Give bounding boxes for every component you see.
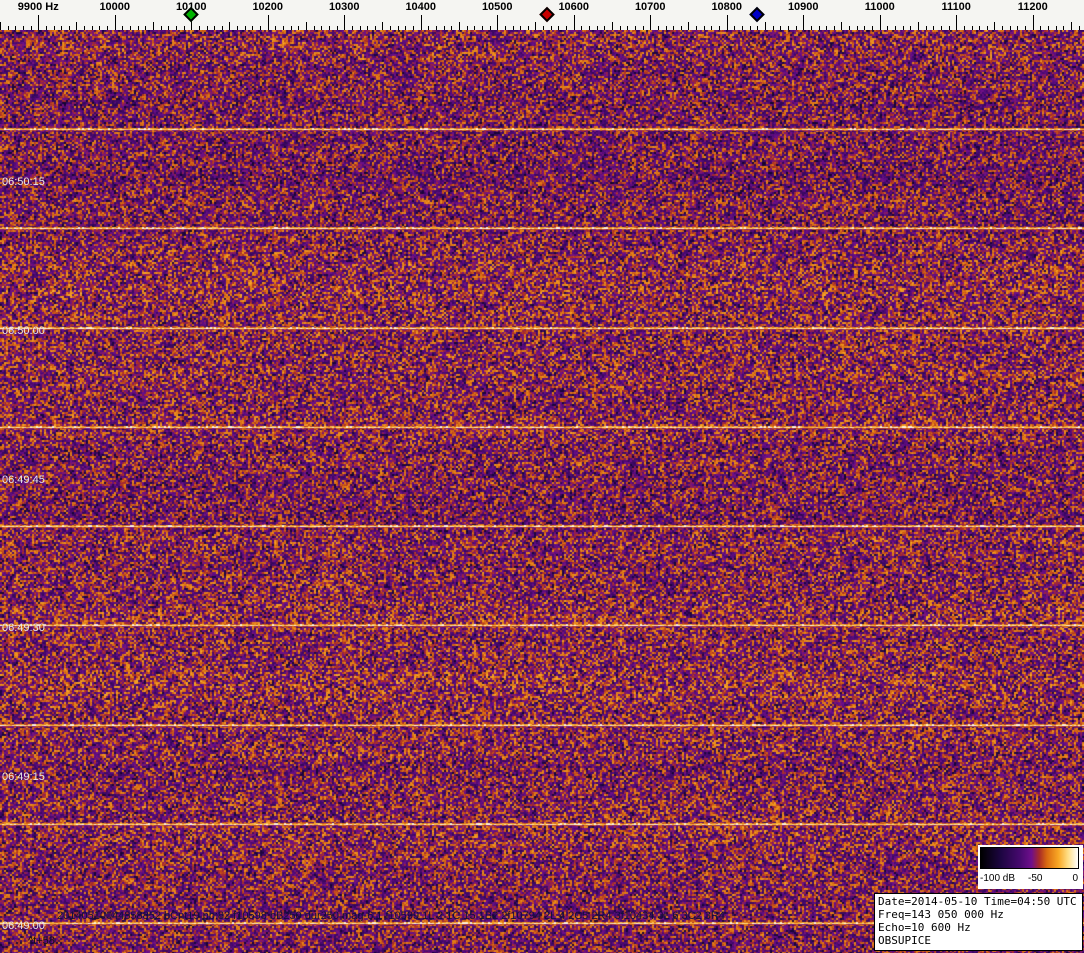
time-label: 06:49:15 (2, 771, 45, 784)
ruler-minor-tick (841, 22, 842, 30)
ruler-major-tick (650, 15, 651, 30)
ruler-minor-tick (535, 22, 536, 30)
ruler-major-tick (1033, 15, 1034, 30)
ruler-major-tick (803, 15, 804, 30)
ruler-tick-label: 11000 (864, 1, 895, 13)
ruler-minor-tick (688, 22, 689, 30)
ruler-tick-label: 10500 (481, 1, 513, 13)
ruler-minor-tick (229, 22, 230, 30)
ruler-major-tick (421, 15, 422, 30)
colormap-gradient (980, 847, 1079, 869)
ruler-tick-label: 11100 (941, 1, 971, 13)
ruler-minor-tick (994, 22, 995, 30)
time-label: 06:50:00 (2, 324, 45, 337)
ruler-major-tick (115, 15, 116, 30)
ruler-minor-tick (153, 22, 154, 30)
time-label: 06:49:30 (2, 622, 45, 635)
detection-annotation: 20140510044858852 bCnt19 pb:82 f10598 bB… (57, 910, 725, 922)
ruler-tick-label: 9900 Hz (17, 1, 59, 13)
ruler-minor-tick (1071, 22, 1072, 30)
time-label: 06:50:15 (2, 175, 45, 188)
ruler-minor-tick (765, 22, 766, 30)
ruler-tick-label: 10600 (558, 1, 590, 13)
legend-mid-label: -50 (1028, 873, 1043, 884)
frequency-ruler[interactable]: 9900 Hz100001010010200103001040010500106… (0, 0, 1084, 30)
ruler-tick-label: 10300 (328, 1, 360, 13)
spectrogram-canvas[interactable] (0, 30, 1084, 953)
ruler-tick-label: 10800 (711, 1, 743, 13)
db-legend: -100 dB -50 0 (978, 845, 1083, 889)
info-box: Date=2014-05-10 Time=04:50 UTC Freq=143 … (874, 893, 1083, 951)
info-line-station: OBSUPICE (878, 934, 931, 947)
ruler-major-tick (268, 15, 269, 30)
ruler-tick-label: 11200 (1017, 1, 1048, 13)
ruler-tick-label: 10200 (252, 1, 284, 13)
legend-min-label: -100 dB (980, 873, 1016, 884)
ruler-tick-label: 10900 (787, 1, 819, 13)
ruler-major-tick (344, 15, 345, 30)
legend-max-label: 0 (1072, 873, 1078, 884)
ruler-minor-tick (76, 22, 77, 30)
info-line-echo: Echo=10 600 Hz (878, 921, 971, 934)
ruler-minor-tick (0, 22, 1, 30)
ruler-major-tick (880, 15, 881, 30)
ruler-tick-label: 10700 (634, 1, 666, 13)
ruler-tick-label: 10000 (99, 1, 131, 13)
spectrogram-window: 9900 Hz100001010010200103001040010500106… (0, 0, 1084, 953)
info-line-freq: Freq=143 050 000 Hz (878, 908, 1004, 921)
time-label: 06:49:00 (2, 920, 45, 933)
cursor-readout: ^t+58 (28, 935, 55, 947)
ruler-major-tick (727, 15, 728, 30)
ruler-minor-tick (382, 22, 383, 30)
ruler-major-tick (38, 15, 39, 30)
red-marker[interactable] (539, 6, 555, 23)
ruler-minor-tick (459, 22, 460, 30)
ruler-minor-tick (306, 22, 307, 30)
time-label: 06:49:45 (2, 473, 45, 486)
ruler-tick-label: 10400 (405, 1, 437, 13)
ruler-major-tick (956, 15, 957, 30)
ruler-minor-tick (612, 22, 613, 30)
legend-labels: -100 dB -50 0 (978, 873, 1083, 887)
blue-marker[interactable] (749, 6, 766, 23)
ruler-major-tick (574, 15, 575, 30)
ruler-minor-tick (918, 22, 919, 30)
ruler-major-tick (497, 15, 498, 30)
info-line-date: Date=2014-05-10 Time=04:50 UTC (878, 895, 1077, 908)
